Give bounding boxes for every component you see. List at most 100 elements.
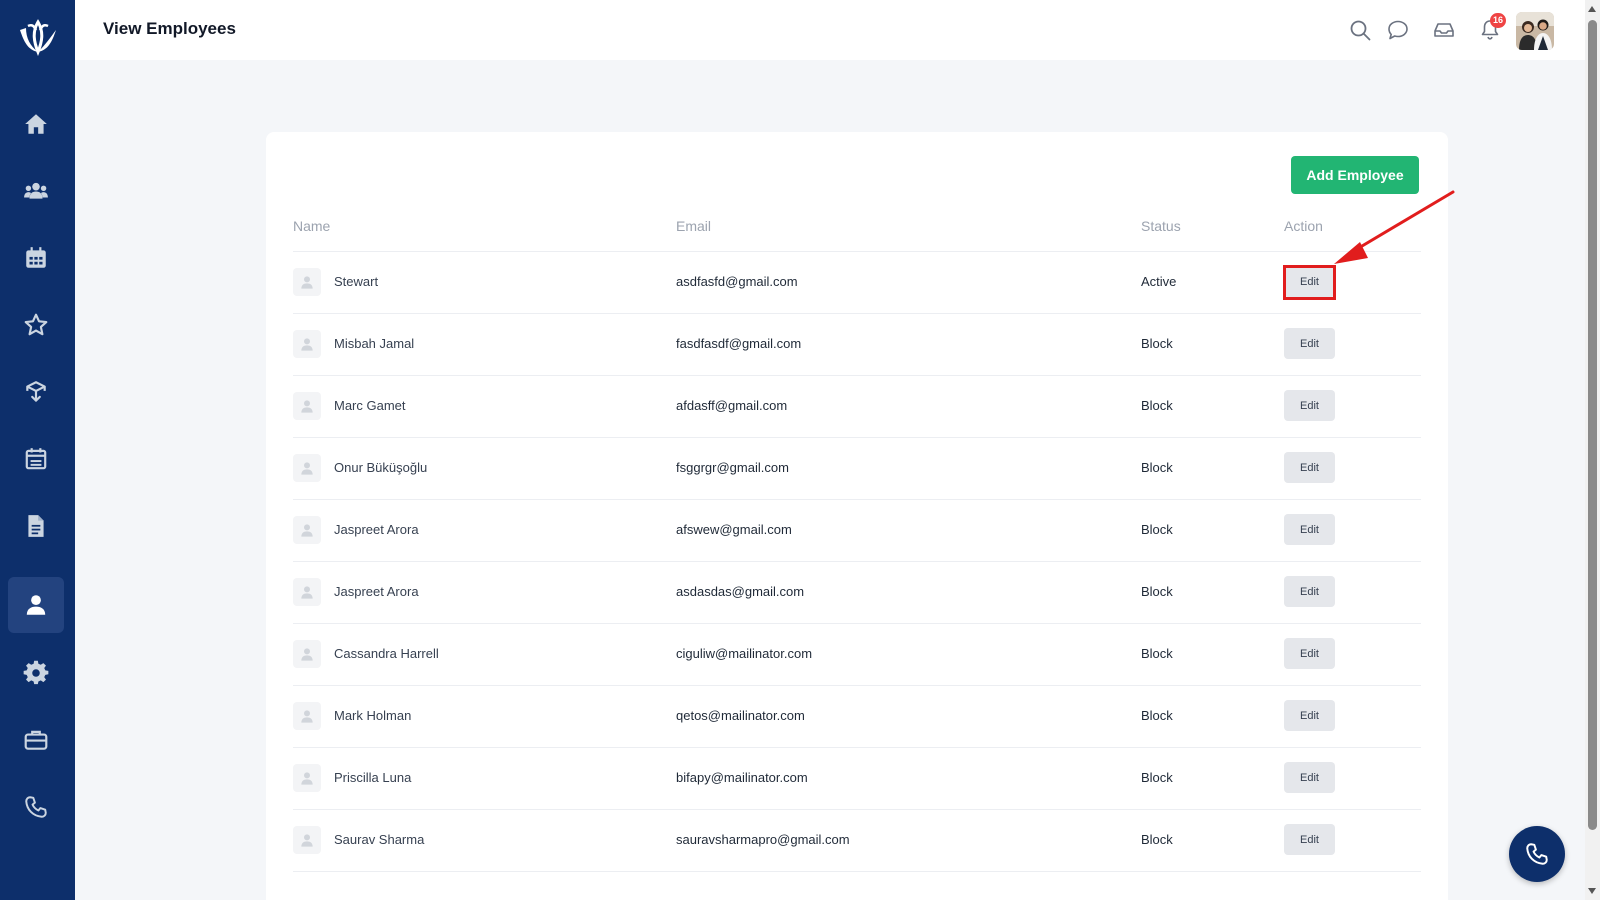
table-row: Priscilla Luna bifapy@mailinator.com Block… (293, 748, 1421, 810)
sidebar-item-documents[interactable] (8, 498, 64, 554)
table-row: Cassandra Harrell ciguliw@mailinator.com B… (293, 624, 1421, 686)
user-placeholder-icon (293, 826, 321, 854)
user-placeholder-icon (293, 764, 321, 792)
column-header-action: Action (1284, 218, 1323, 234)
edit-button[interactable]: Edit (1284, 700, 1335, 731)
sidebar-item-users[interactable] (8, 163, 64, 219)
column-header-status: Status (1141, 218, 1181, 234)
employee-status: Block (1141, 460, 1173, 475)
scroll-thumb[interactable] (1588, 20, 1597, 830)
chat-icon[interactable] (1386, 18, 1410, 42)
search-icon[interactable] (1348, 18, 1372, 42)
employee-email: afdasff@gmail.com (676, 398, 788, 413)
employee-email: fsggrgr@gmail.com (676, 460, 789, 475)
edit-button[interactable]: Edit (1284, 638, 1335, 669)
employee-name: Misbah Jamal (334, 336, 415, 351)
employee-email: asdasdas@gmail.com (676, 584, 805, 599)
employee-status: Block (1141, 646, 1173, 661)
edit-button[interactable]: Edit (1284, 514, 1335, 545)
edit-button[interactable]: Edit (1284, 824, 1335, 855)
logo[interactable] (14, 16, 62, 57)
user-placeholder-icon (293, 454, 321, 482)
user-placeholder-icon (293, 330, 321, 358)
star-icon (24, 313, 48, 336)
employee-status: Block (1141, 770, 1173, 785)
user-placeholder-icon (293, 392, 321, 420)
document-icon (28, 515, 44, 537)
phone-icon (25, 796, 47, 818)
table-row: Misbah Jamal fasdfasdf@gmail.com Block Edit (293, 314, 1421, 376)
employee-status: Active (1141, 274, 1177, 289)
table-row: Saurav Sharma sauravsharmapro@gmail.com Bl… (293, 810, 1421, 872)
edit-button[interactable]: Edit (1284, 328, 1335, 359)
gear-icon (23, 660, 49, 685)
employee-email: fasdfasdf@gmail.com (676, 336, 802, 351)
phone-icon (1526, 843, 1548, 865)
sidebar-item-jobs[interactable] (8, 712, 64, 768)
sidebar-item-calendar[interactable] (8, 230, 64, 286)
employee-status: Block (1141, 336, 1173, 351)
employee-name: Priscilla Luna (334, 770, 412, 785)
sidebar-item-favorites[interactable] (8, 297, 64, 353)
sidebar-item-settings[interactable] (8, 645, 64, 701)
sidebar-item-packages[interactable] (8, 364, 64, 420)
user-avatar[interactable] (1516, 12, 1554, 50)
user-placeholder-icon (293, 516, 321, 544)
sidebar-item-home[interactable] (8, 96, 64, 152)
user-icon (26, 595, 46, 615)
employee-email: afswew@gmail.com (676, 522, 792, 537)
edit-button[interactable]: Edit (1284, 390, 1335, 421)
employee-status: Block (1141, 708, 1173, 723)
employee-email: sauravsharmapro@gmail.com (676, 832, 850, 847)
employee-name: Marc Gamet (334, 398, 406, 413)
schedule-icon (25, 448, 47, 470)
user-placeholder-icon (293, 578, 321, 606)
scroll-up-arrow[interactable] (1588, 6, 1596, 12)
employee-status: Block (1141, 584, 1173, 599)
call-fab-button[interactable] (1509, 826, 1565, 882)
employee-status: Block (1141, 398, 1173, 413)
add-employee-button[interactable]: Add Employee (1291, 156, 1419, 194)
page-scrollbar[interactable] (1585, 0, 1600, 900)
home-icon (25, 114, 47, 134)
scroll-down-arrow[interactable] (1588, 888, 1596, 894)
employee-email: bifapy@mailinator.com (676, 770, 808, 785)
employee-name: Jaspreet Arora (334, 522, 419, 537)
employee-name: Onur Büküşoğlu (334, 460, 428, 475)
table-row: Onur Büküşoğlu fsggrgr@gmail.com Block Edit (293, 438, 1421, 500)
edit-button[interactable]: Edit (1284, 576, 1335, 607)
sidebar-item-calls[interactable] (8, 779, 64, 835)
box-icon (26, 381, 46, 402)
employee-name: Cassandra Harrell (334, 646, 439, 661)
employee-status: Block (1141, 832, 1173, 847)
sidebar (0, 0, 75, 900)
employee-name: Stewart (334, 274, 379, 289)
employee-name: Jaspreet Arora (334, 584, 419, 599)
notification-badge: 16 (1490, 13, 1507, 28)
user-placeholder-icon (293, 640, 321, 668)
edit-button[interactable]: Edit (1284, 762, 1335, 793)
employee-email: qetos@mailinator.com (676, 708, 805, 723)
table-row: Jaspreet Arora asdasdas@gmail.com Block Edi… (293, 562, 1421, 624)
user-placeholder-icon (293, 702, 321, 730)
table-row: Stewart asdfasfd@gmail.com Active Edit (293, 252, 1421, 314)
sidebar-item-employees[interactable] (8, 577, 64, 633)
users-icon (24, 182, 48, 199)
column-header-name: Name (293, 218, 331, 234)
employee-name: Mark Holman (334, 708, 412, 723)
sidebar-item-schedule[interactable] (8, 431, 64, 487)
employee-status: Block (1141, 522, 1173, 537)
column-header-email: Email (676, 218, 712, 234)
annotation-arrow (1334, 190, 1455, 264)
inbox-icon[interactable] (1432, 18, 1456, 42)
table-row: Marc Gamet afdasff@gmail.com Block Edit (293, 376, 1421, 438)
employee-email: asdfasfd@gmail.com (676, 274, 798, 289)
calendar-icon (26, 247, 46, 268)
table-row: Mark Holman qetos@mailinator.com Block Edit (293, 686, 1421, 748)
user-placeholder-icon (293, 268, 321, 296)
employee-name: Saurav Sharma (334, 832, 425, 847)
page-title: View Employees (103, 19, 236, 38)
employee-email: ciguliw@mailinator.com (676, 646, 813, 661)
edit-button[interactable]: Edit (1284, 452, 1335, 483)
employees-card: Add Employee Name Email Status Action St… (266, 132, 1448, 900)
